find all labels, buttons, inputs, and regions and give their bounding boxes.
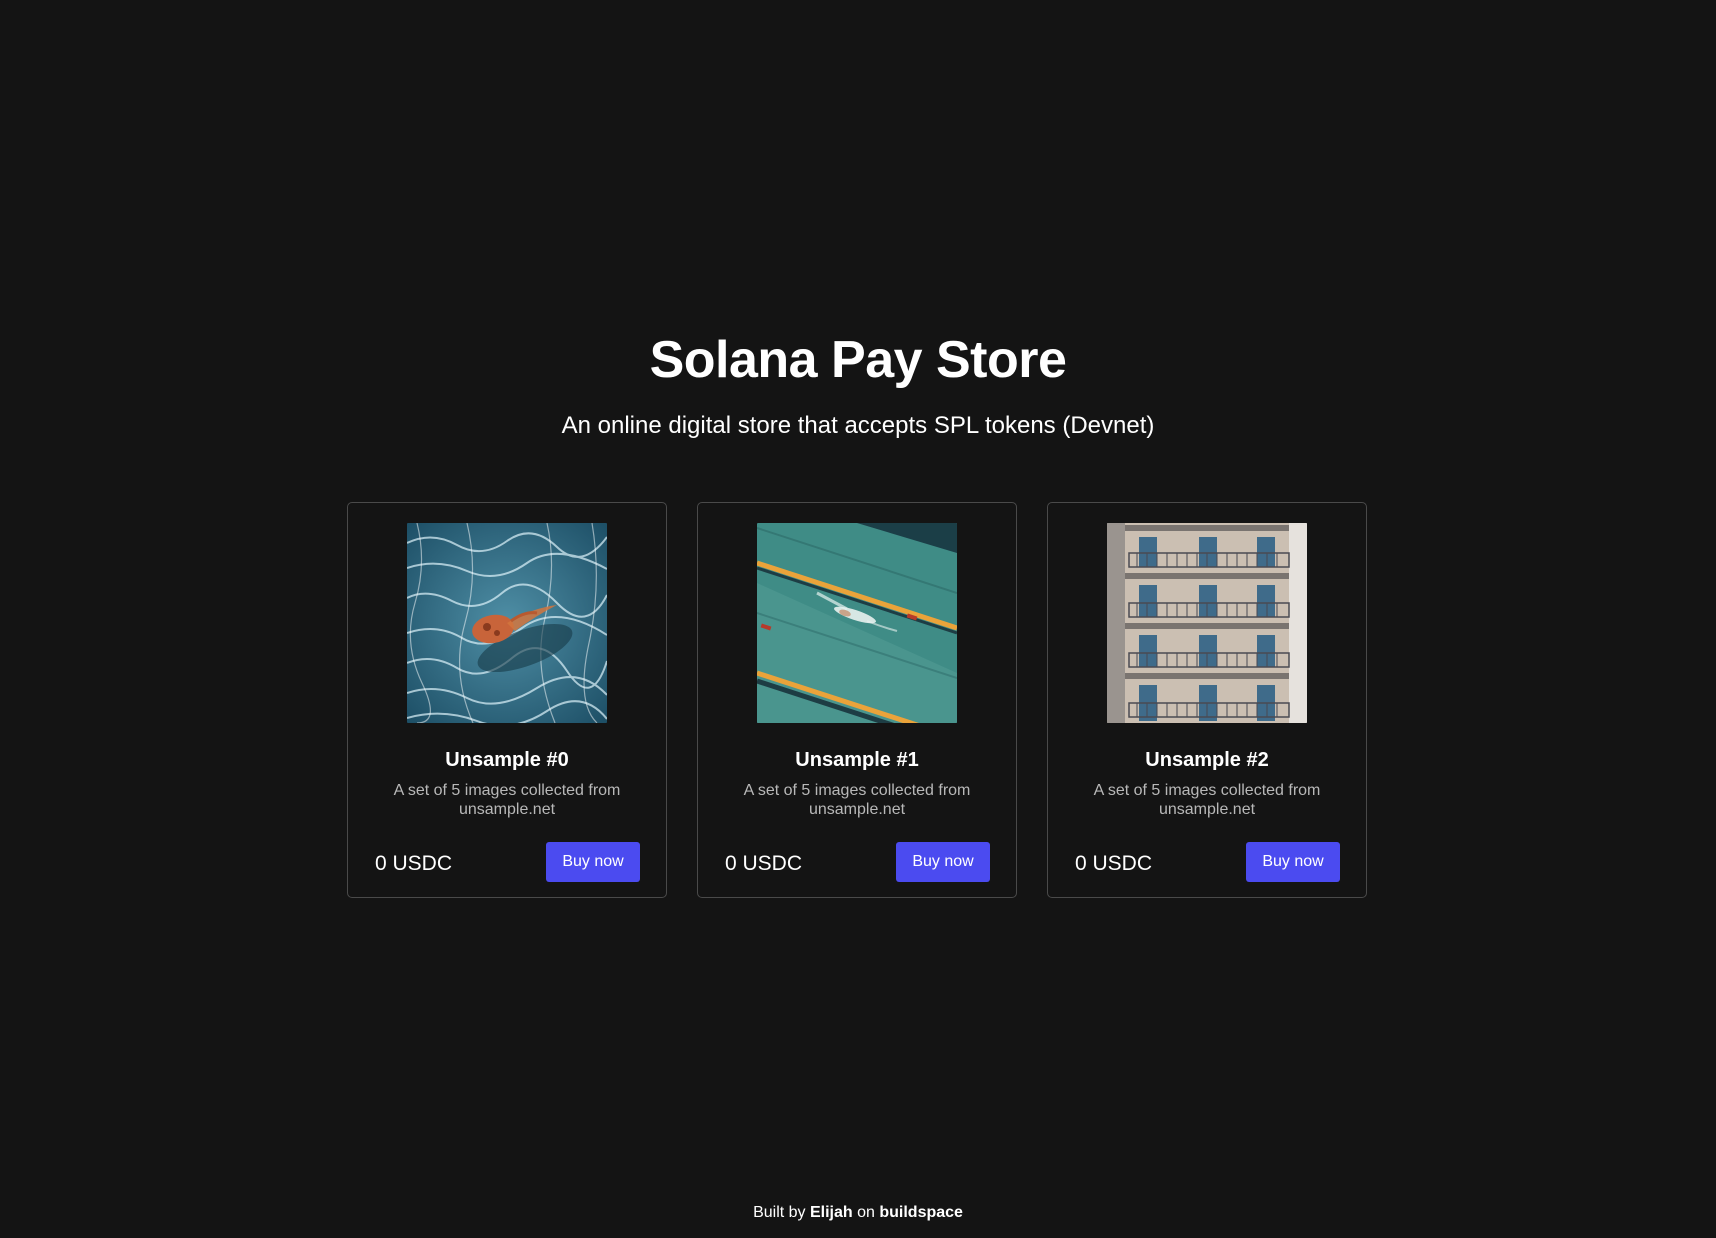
product-price: 0 USDC xyxy=(1075,852,1153,875)
footer-middle: on xyxy=(852,1204,880,1221)
product-card: Unsample #2 A set of 5 images collected … xyxy=(1047,502,1367,898)
page-subtitle: An online digital store that accepts SPL… xyxy=(561,412,1155,439)
product-name: Unsample #0 xyxy=(445,749,569,771)
page-title: Solana Pay Store xyxy=(649,331,1067,389)
product-name: Unsample #1 xyxy=(795,749,919,771)
buy-now-button[interactable]: Buy now xyxy=(546,842,640,882)
product-description: A set of 5 images collected from unsampl… xyxy=(393,782,621,818)
product-price: 0 USDC xyxy=(375,852,453,875)
footer-prefix: Built by xyxy=(753,1204,810,1221)
product-image-building xyxy=(1107,523,1307,723)
platform-name: buildspace xyxy=(879,1204,963,1221)
product-description: A set of 5 images collected from unsampl… xyxy=(1093,782,1321,818)
product-card: Unsample #1 A set of 5 images collected … xyxy=(697,502,1017,898)
product-card: Unsample #0 A set of 5 images collected … xyxy=(347,502,667,898)
buy-now-button[interactable]: Buy now xyxy=(1246,842,1340,882)
product-price: 0 USDC xyxy=(725,852,803,875)
product-image-swimmer xyxy=(757,523,957,723)
buy-now-button[interactable]: Buy now xyxy=(896,842,990,882)
product-description: A set of 5 images collected from unsampl… xyxy=(743,782,971,818)
store-page: Solana Pay Store An online digital store… xyxy=(0,0,1716,1238)
product-image-jellyfish xyxy=(407,523,607,723)
product-name: Unsample #2 xyxy=(1145,749,1269,771)
product-grid: Unsample #0 A set of 5 images collected … xyxy=(347,502,1369,898)
author-name: Elijah xyxy=(809,1204,853,1221)
store-header: Solana Pay Store An online digital store… xyxy=(0,328,1716,442)
footer-credit: Built by Elijah on buildspace xyxy=(0,1202,1716,1224)
